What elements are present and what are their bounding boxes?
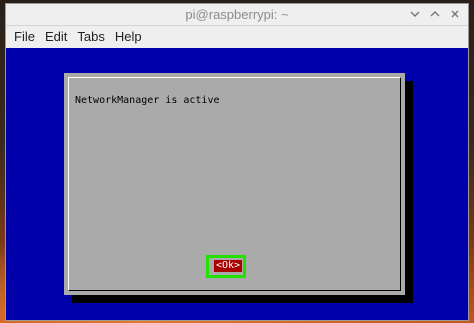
close-icon[interactable]	[446, 5, 464, 23]
ok-button[interactable]: <Ok>	[214, 260, 243, 272]
terminal-area[interactable]: NetworkManager is active <Ok>	[6, 48, 468, 320]
window-title: pi@raspberrypi: ~	[185, 7, 289, 22]
menu-edit[interactable]: Edit	[40, 26, 72, 48]
menu-help[interactable]: Help	[110, 26, 147, 48]
menu-file[interactable]: File	[9, 26, 40, 48]
menu-bar: File Edit Tabs Help	[6, 26, 468, 49]
dialog-message: NetworkManager is active	[75, 95, 220, 106]
terminal-window: pi@raspberrypi: ~ File Edit Tabs Help Ne…	[5, 3, 469, 321]
message-dialog: NetworkManager is active <Ok>	[64, 73, 405, 295]
title-bar[interactable]: pi@raspberrypi: ~	[6, 4, 468, 26]
menu-tabs[interactable]: Tabs	[72, 26, 109, 48]
minimize-icon[interactable]	[406, 5, 424, 23]
maximize-icon[interactable]	[426, 5, 444, 23]
